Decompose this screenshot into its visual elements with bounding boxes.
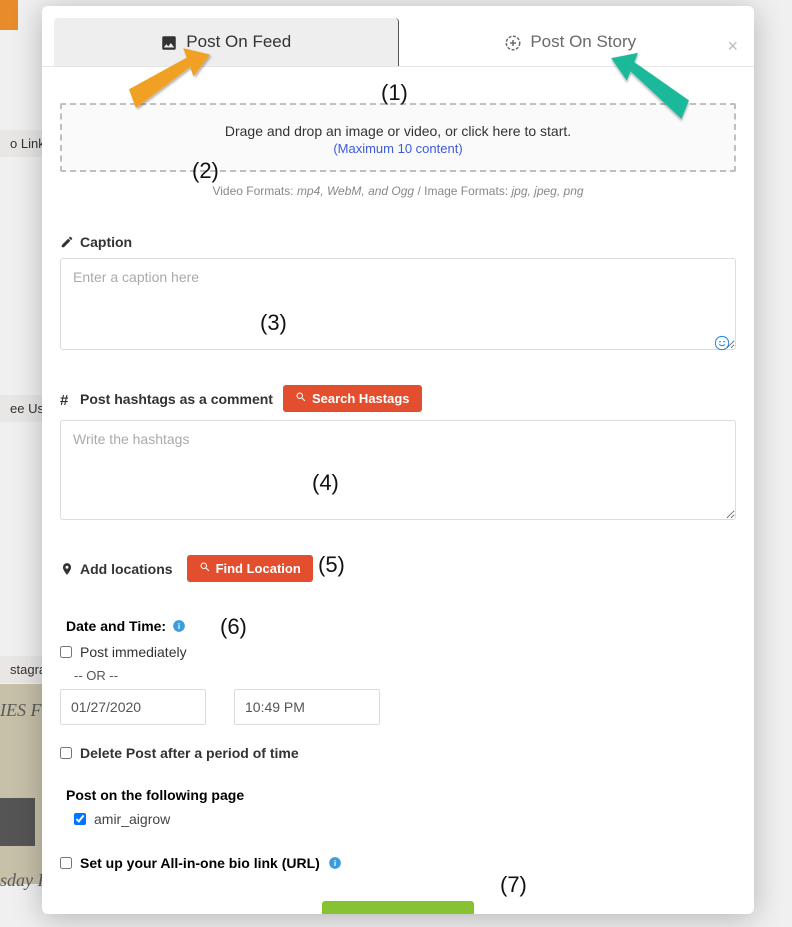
tab-post-on-story[interactable]: Post On Story	[399, 18, 743, 66]
delete-after-checkbox[interactable]	[60, 747, 72, 759]
bg-handwritten-1: IES F	[0, 700, 41, 721]
modal-body: Drage and drop an image or video, or cli…	[42, 67, 754, 914]
tab-bar: Post On Feed Post On Story	[42, 6, 754, 67]
tab-story-label: Post On Story	[530, 32, 636, 52]
post-immediately-checkbox[interactable]	[60, 646, 72, 658]
account-row[interactable]: amir_aigrow	[74, 811, 736, 827]
media-dropzone[interactable]: Drage and drop an image or video, or cli…	[60, 103, 736, 172]
bg-handwritten-2: sday I	[0, 870, 44, 891]
svg-text:i: i	[178, 622, 180, 631]
post-modal: × Post On Feed Post On Story Drage and d…	[42, 6, 754, 914]
bio-link-label: Set up your All-in-one bio link (URL)	[80, 855, 320, 871]
bio-link-checkbox[interactable]	[60, 857, 72, 869]
date-input[interactable]	[60, 689, 206, 725]
plus-circle-icon	[504, 32, 522, 52]
pin-icon	[60, 562, 74, 576]
close-icon[interactable]: ×	[727, 36, 738, 57]
svg-text:i: i	[334, 859, 336, 868]
or-separator: -- OR --	[74, 668, 736, 683]
hashtags-input[interactable]	[60, 420, 736, 520]
dropzone-max-note: (Maximum 10 content)	[62, 141, 734, 156]
tab-feed-label: Post On Feed	[186, 32, 291, 52]
post-page-label: Post on the following page	[60, 787, 736, 803]
info-icon[interactable]: i	[328, 856, 342, 870]
caption-input[interactable]	[60, 258, 736, 350]
image-icon	[160, 32, 178, 52]
hashtags-label: # Post hashtags as a comment	[60, 391, 273, 407]
delete-after-row[interactable]: Delete Post after a period of time	[60, 745, 736, 761]
post-immediately-label: Post immediately	[80, 644, 187, 660]
datetime-label: Date and Time: i	[60, 618, 736, 634]
bg-dark-box	[0, 798, 35, 846]
format-hint: Video Formats: mp4, WebM, and Ogg / Imag…	[60, 184, 736, 198]
search-hashtags-button[interactable]: Search Hastags	[283, 385, 422, 412]
bg-orange-strip	[0, 0, 18, 30]
emoji-picker-icon[interactable]	[714, 335, 730, 351]
post-immediately-row[interactable]: Post immediately	[60, 644, 736, 660]
hash-icon: #	[60, 392, 74, 406]
account-name: amir_aigrow	[94, 811, 170, 827]
time-input[interactable]	[234, 689, 380, 725]
schedule-post-button[interactable]: Schedule Post	[322, 901, 473, 914]
tab-post-on-feed[interactable]: Post On Feed	[54, 18, 399, 66]
location-label: Add locations	[60, 561, 173, 577]
edit-icon	[60, 235, 74, 249]
find-location-button[interactable]: Find Location	[187, 555, 313, 582]
delete-after-label: Delete Post after a period of time	[80, 745, 299, 761]
account-checkbox[interactable]	[74, 813, 86, 825]
info-icon[interactable]: i	[172, 619, 186, 633]
bio-link-row[interactable]: Set up your All-in-one bio link (URL) i	[60, 855, 736, 871]
dropzone-text: Drage and drop an image or video, or cli…	[62, 123, 734, 139]
search-icon	[295, 391, 307, 406]
search-icon	[199, 561, 211, 576]
caption-label: Caption	[60, 234, 736, 250]
